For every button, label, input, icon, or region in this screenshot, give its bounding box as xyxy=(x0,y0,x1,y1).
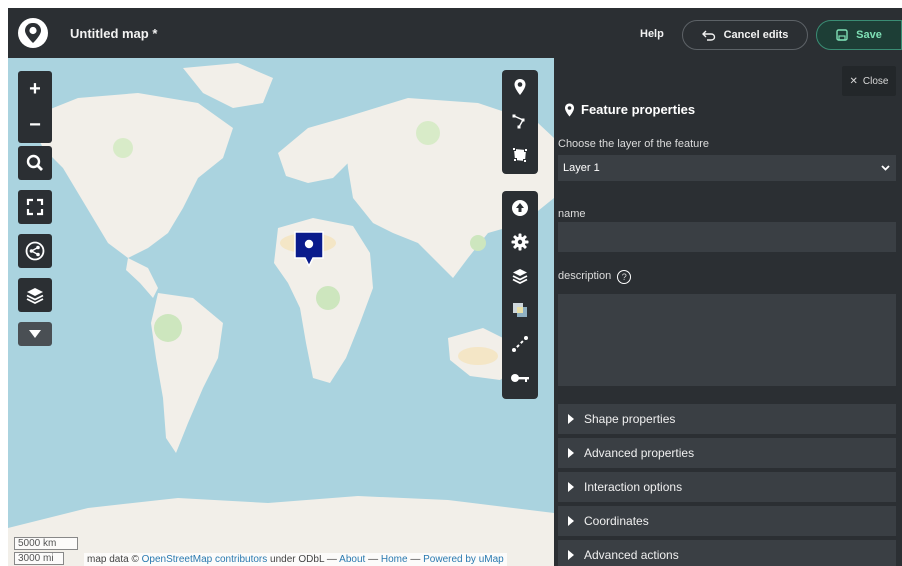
tilelayer-icon xyxy=(513,303,527,317)
section-label: Shape properties xyxy=(584,412,676,426)
help-icon[interactable]: ? xyxy=(617,270,632,284)
undo-icon xyxy=(701,30,715,41)
zoom-out-button[interactable]: − xyxy=(18,107,52,143)
manage-layers-button[interactable] xyxy=(502,259,538,293)
caret-right-icon xyxy=(568,448,574,458)
extent-icon xyxy=(512,336,528,352)
section-label: Coordinates xyxy=(584,514,649,528)
caret-right-icon xyxy=(568,516,574,526)
share-icon xyxy=(25,241,45,261)
layers-stack-icon xyxy=(512,269,528,285)
layer-select-label: Choose the layer of the feature xyxy=(558,138,710,150)
panel-title: Feature properties xyxy=(564,102,695,117)
home-link[interactable]: Home xyxy=(381,554,408,565)
fullscreen-icon xyxy=(26,198,44,216)
caret-right-icon xyxy=(568,414,574,424)
chevron-down-icon xyxy=(881,165,890,171)
help-link[interactable]: Help xyxy=(640,28,664,40)
description-label: description ? xyxy=(558,270,632,284)
draw-polygon-button[interactable] xyxy=(502,138,538,172)
change-tilelayer-button[interactable] xyxy=(502,293,538,327)
close-label: Close xyxy=(862,75,889,87)
layers-icon xyxy=(26,288,44,305)
section-label: Interaction options xyxy=(584,480,683,494)
section-shape-properties[interactable]: Shape properties xyxy=(558,404,896,434)
powered-by-umap-link[interactable]: Powered by uMap xyxy=(423,554,504,565)
cancel-edits-label: Cancel edits xyxy=(723,29,789,41)
plus-icon: + xyxy=(29,77,41,100)
section-label: Advanced properties xyxy=(584,446,695,460)
umap-window: Untitled map * Help Cancel edits Save + … xyxy=(8,8,902,566)
map-permissions-button[interactable] xyxy=(502,361,538,395)
draw-polyline-button[interactable] xyxy=(502,104,538,138)
name-input[interactable] xyxy=(558,222,896,252)
world-map xyxy=(8,63,554,566)
marker-icon xyxy=(565,103,574,116)
cancel-edits-button[interactable]: Cancel edits xyxy=(682,20,808,50)
attribution-separator: — xyxy=(326,554,337,565)
marker-icon xyxy=(514,79,526,95)
import-data-button[interactable] xyxy=(502,191,538,225)
top-bar: Untitled map * Help Cancel edits Save xyxy=(8,8,902,58)
section-label: Advanced actions xyxy=(584,548,679,562)
attribution-separator: — xyxy=(368,554,379,565)
description-label-text: description xyxy=(558,270,612,282)
fullscreen-button[interactable] xyxy=(18,190,52,224)
feature-properties-panel: ✕ Close Feature properties Choose the la… xyxy=(554,58,902,566)
map-settings-button[interactable] xyxy=(502,225,538,259)
section-advanced-properties[interactable]: Advanced properties xyxy=(558,438,896,468)
save-button[interactable]: Save xyxy=(816,20,902,50)
zoom-control: + − xyxy=(18,71,52,143)
layers-button[interactable] xyxy=(18,278,52,312)
attribution-license: under ODbL xyxy=(270,554,325,565)
map-title[interactable]: Untitled map * xyxy=(70,26,157,41)
settings-toolbar xyxy=(502,191,538,399)
layer-select-value: Layer 1 xyxy=(563,162,600,174)
map-canvas[interactable]: + − 5000 km 3000 mi map data © OpenStree… xyxy=(8,58,554,566)
save-icon xyxy=(836,29,848,41)
polygon-icon xyxy=(512,147,528,163)
about-link[interactable]: About xyxy=(339,554,365,565)
caret-right-icon xyxy=(568,482,574,492)
scale-metric: 5000 km xyxy=(14,537,78,550)
minus-icon: − xyxy=(29,113,41,136)
polyline-icon xyxy=(512,114,525,129)
caret-right-icon xyxy=(568,550,574,560)
save-label: Save xyxy=(856,29,882,41)
upload-icon xyxy=(512,200,528,216)
change-map-extent-button[interactable] xyxy=(502,327,538,361)
umap-logo-icon[interactable] xyxy=(16,16,50,50)
caret-down-icon xyxy=(29,330,41,338)
description-textarea[interactable] xyxy=(558,294,896,386)
search-icon xyxy=(26,154,43,171)
close-panel-button[interactable]: ✕ Close xyxy=(842,66,896,96)
search-button[interactable] xyxy=(18,146,52,180)
draw-marker-button[interactable] xyxy=(502,70,538,104)
map-attribution: map data © OpenStreetMap contributors un… xyxy=(84,553,507,566)
layer-select[interactable]: Layer 1 xyxy=(558,155,896,181)
share-button[interactable] xyxy=(18,234,52,268)
name-label: name xyxy=(558,208,586,220)
map-marker-icon[interactable] xyxy=(293,230,325,270)
panel-title-text: Feature properties xyxy=(581,102,696,117)
section-advanced-actions[interactable]: Advanced actions xyxy=(558,540,896,566)
section-coordinates[interactable]: Coordinates xyxy=(558,506,896,536)
draw-toolbar xyxy=(502,70,538,174)
close-icon: ✕ xyxy=(849,75,858,87)
gear-icon xyxy=(511,233,529,251)
scale-imperial: 3000 mi xyxy=(14,552,64,565)
zoom-in-button[interactable]: + xyxy=(18,71,52,107)
section-interaction-options[interactable]: Interaction options xyxy=(558,472,896,502)
attribution-prefix: map data © xyxy=(87,554,139,565)
more-controls-button[interactable] xyxy=(18,322,52,346)
key-icon xyxy=(511,374,529,382)
osm-contributors-link[interactable]: OpenStreetMap contributors xyxy=(142,554,268,565)
attribution-separator: — xyxy=(410,554,421,565)
